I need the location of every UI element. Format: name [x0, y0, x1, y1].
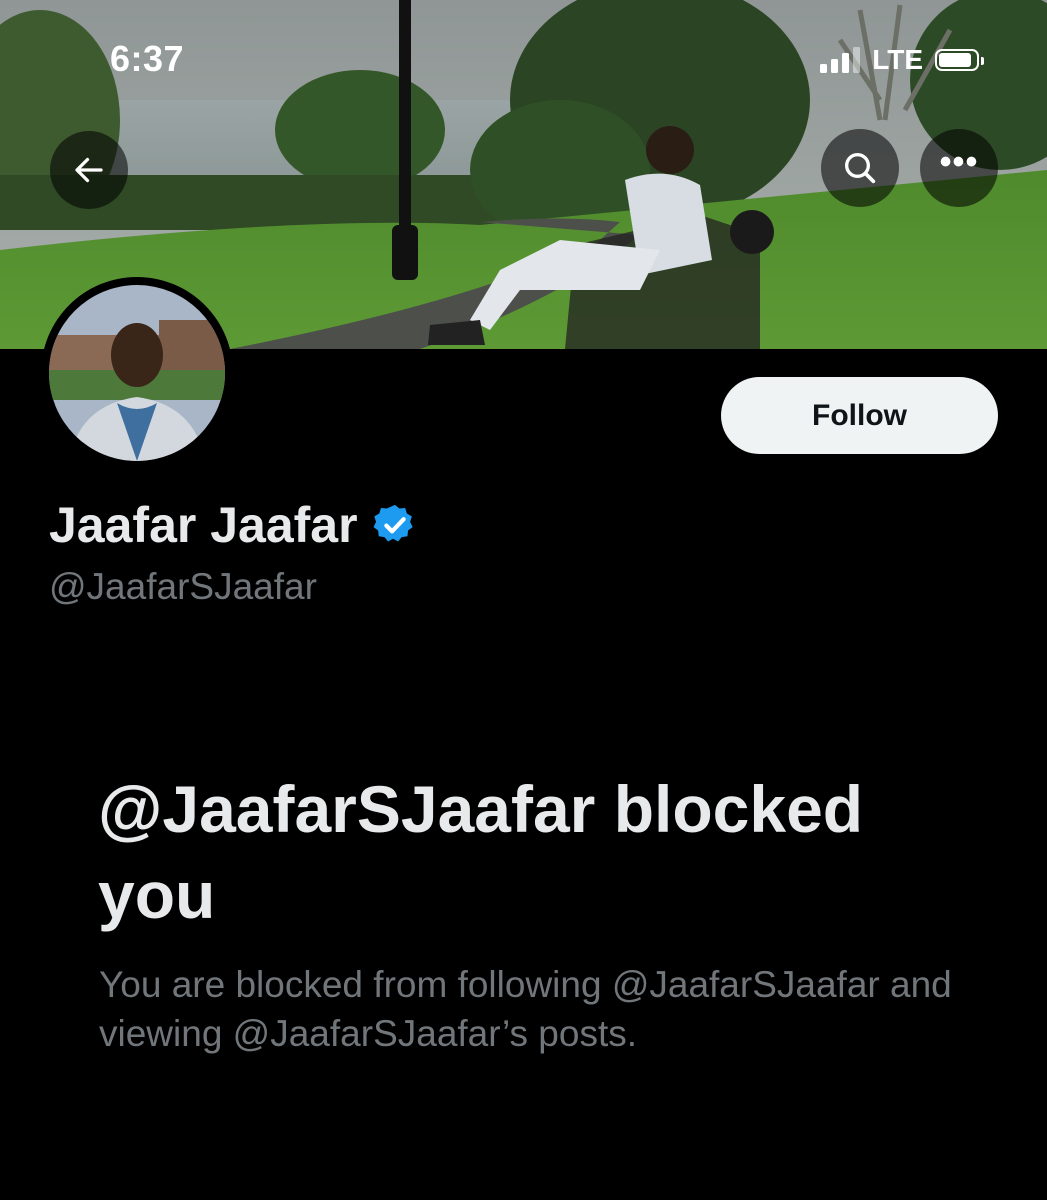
more-horizontal-icon: •••: [939, 143, 979, 181]
follow-button[interactable]: Follow: [721, 377, 998, 454]
status-time: 6:37: [110, 38, 185, 79]
profile-avatar[interactable]: [41, 277, 233, 469]
display-name-text: Jaafar Jaafar: [49, 497, 358, 553]
avatar-image: [49, 285, 225, 461]
arrow-left-icon: [75, 157, 103, 183]
verified-badge-icon[interactable]: [372, 502, 418, 548]
profile-display-name: Jaafar Jaafar: [49, 496, 418, 554]
search-button[interactable]: [821, 129, 899, 207]
blocked-description: You are blocked from following @JaafarSJ…: [99, 964, 952, 1054]
back-button[interactable]: [50, 131, 128, 209]
signal-strength-icon: [820, 47, 861, 73]
network-type: LTE: [872, 44, 923, 75]
profile-handle: @JaafarSJaafar: [49, 566, 317, 607]
blocked-title: @JaafarSJaafar blocked you: [98, 772, 864, 932]
search-icon: [845, 153, 876, 184]
status-indicators: LTE: [820, 44, 984, 76]
battery-icon: [935, 49, 984, 71]
more-options-button[interactable]: •••: [920, 129, 998, 207]
